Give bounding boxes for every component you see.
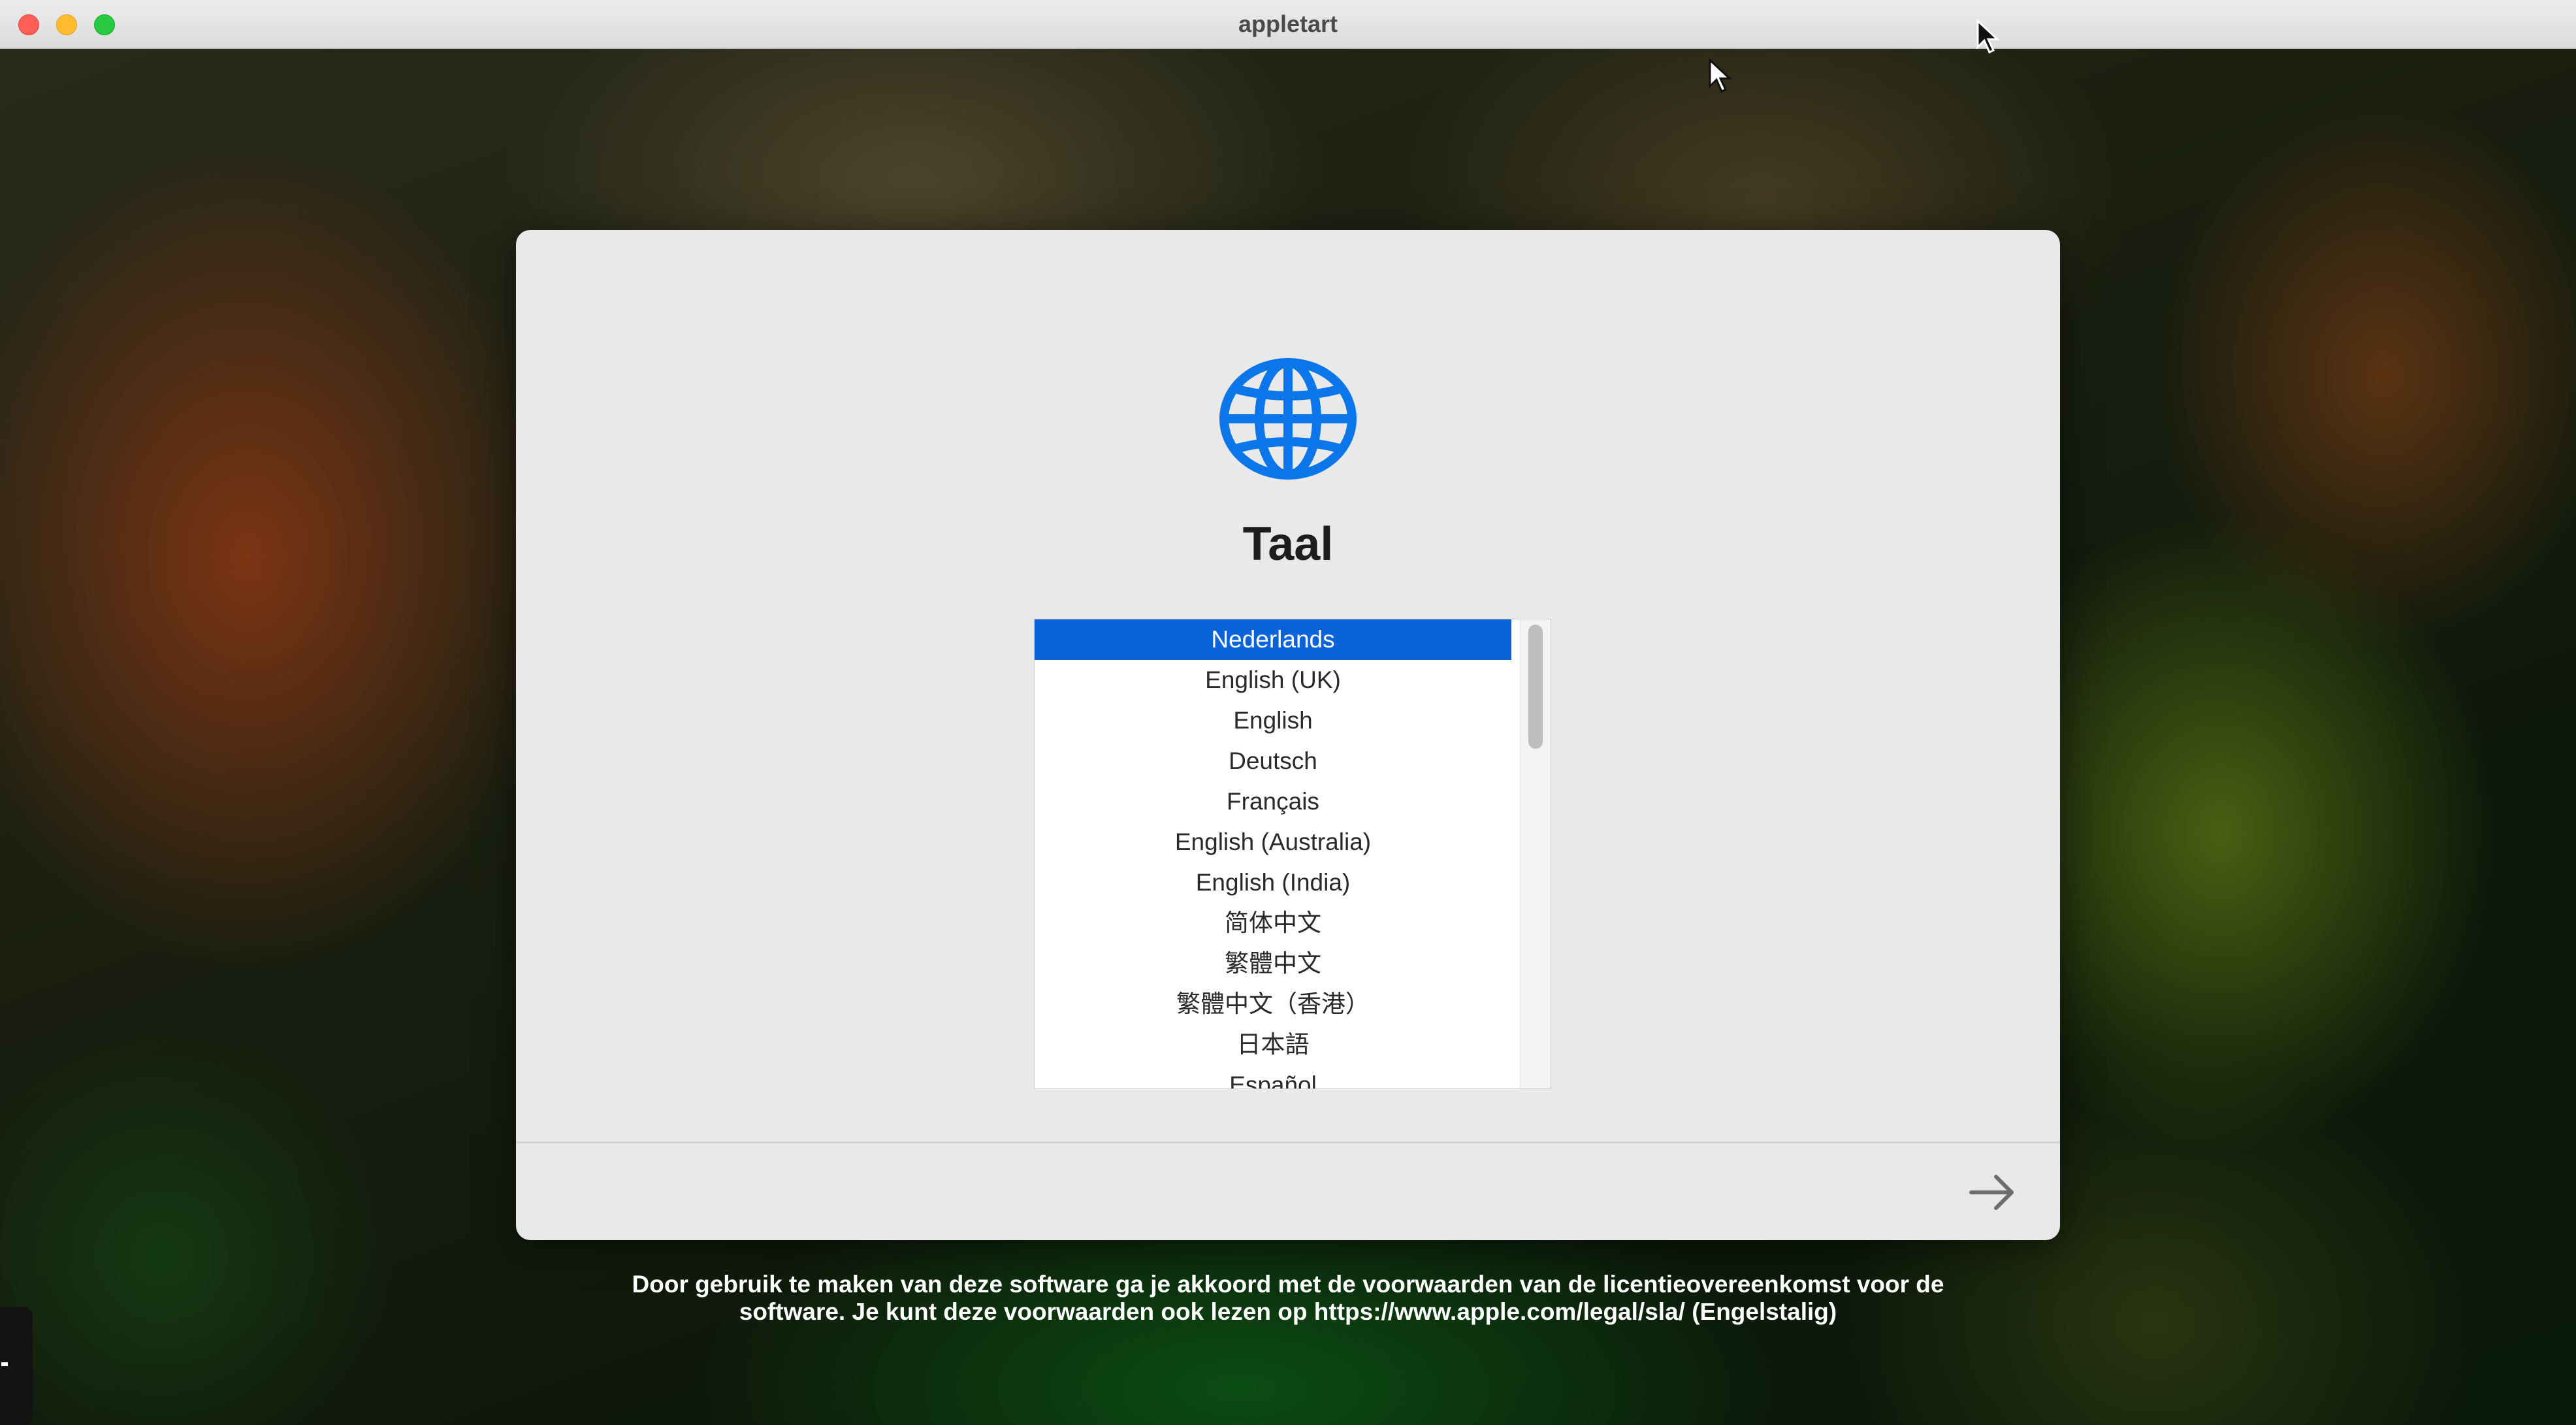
scrollbar-thumb[interactable] [1528,625,1543,749]
language-option[interactable]: English (UK) [1035,660,1511,700]
cursor-outline-icon [1707,57,1733,95]
language-option[interactable]: 繁體中文 [1035,943,1511,984]
window-title: appletart [1238,10,1338,37]
language-option[interactable]: English [1035,700,1511,741]
language-option[interactable]: 简体中文 [1035,903,1511,943]
setup-panel: Taal Nederlands English (UK) English Deutsc… [516,230,2060,1240]
language-option[interactable]: Deutsch [1035,741,1511,781]
arrow-right-icon [1969,1175,2014,1210]
language-option[interactable]: 繁體中文（香港） [1035,984,1511,1024]
language-option[interactable]: Nederlands [1035,619,1511,660]
language-option[interactable]: Español [1035,1065,1511,1089]
cursor-arrow-icon [1975,18,2001,56]
dock-indicator [1,1362,8,1366]
license-notice-line-1: Door gebruik te maken van deze software … [632,1271,1944,1298]
list-scrollbar[interactable] [1520,619,1551,1089]
language-option[interactable]: Français [1035,781,1511,822]
page-title: Taal [1242,518,1334,570]
title-bar[interactable]: appletart [0,0,2576,49]
app-window: appletart Taal Nederlands English (UK) Eng… [0,0,2576,1425]
language-list-items[interactable]: Nederlands English (UK) English Deutsch Fran… [1035,619,1511,1089]
globe-icon [1218,357,1358,480]
language-option[interactable]: English (India) [1035,862,1511,903]
language-option[interactable]: 日本語 [1035,1024,1511,1065]
language-option[interactable]: English (Australia) [1035,822,1511,862]
license-notice-line-2: software. Je kunt deze voorwaarden ook l… [739,1298,1837,1325]
language-list[interactable]: Nederlands English (UK) English Deutsch Fran… [1034,619,1551,1089]
panel-divider [516,1141,2060,1143]
license-notice: Door gebruik te maken van deze software … [523,1271,2053,1326]
next-button[interactable] [1966,1166,2018,1219]
